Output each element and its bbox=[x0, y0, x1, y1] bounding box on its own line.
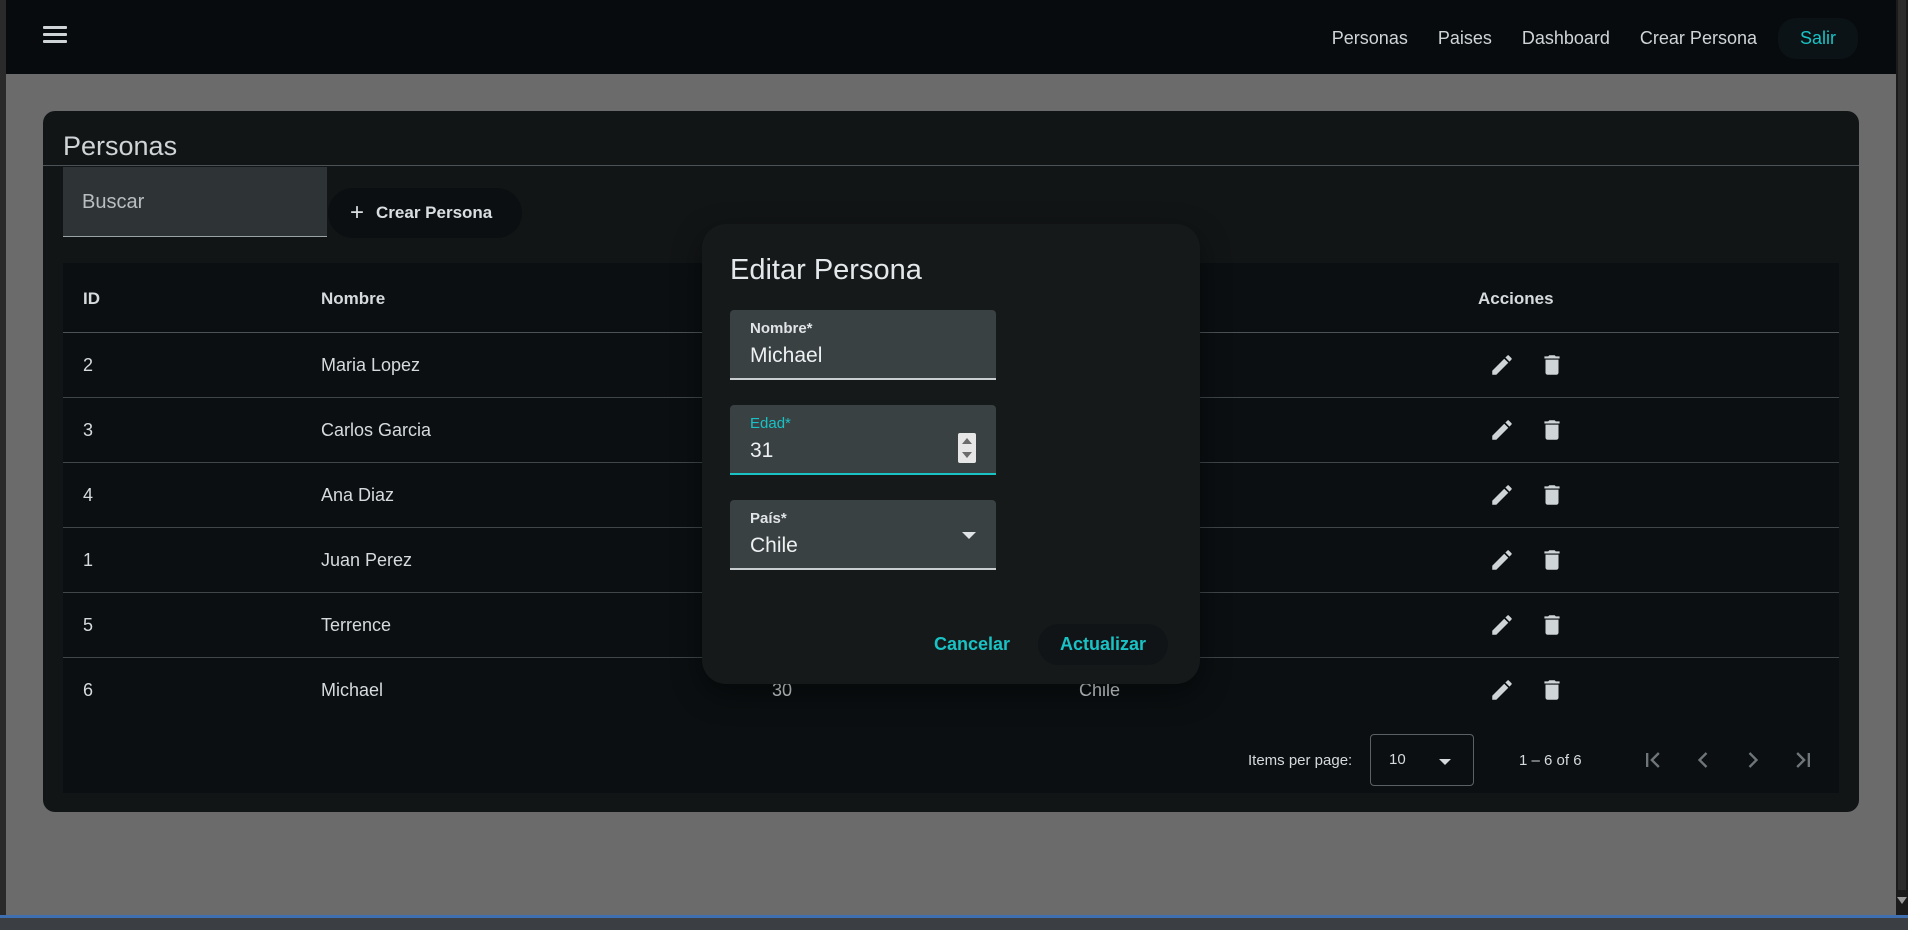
paginator: Items per page: 10 1 – 6 of 6 bbox=[63, 728, 1839, 793]
delete-icon[interactable] bbox=[1539, 416, 1565, 444]
cell-nombre: Juan Perez bbox=[321, 550, 413, 570]
edit-icon[interactable] bbox=[1489, 416, 1515, 444]
edad-label: Edad* bbox=[750, 415, 791, 432]
dialog-title: Editar Persona bbox=[730, 254, 922, 286]
spin-up-icon bbox=[962, 438, 972, 444]
cell-id: 6 bbox=[83, 680, 94, 700]
edit-icon[interactable] bbox=[1489, 676, 1515, 704]
header-acciones: Acciones bbox=[1478, 289, 1554, 308]
cell-id: 5 bbox=[83, 615, 94, 635]
title-divider bbox=[43, 165, 1859, 166]
items-per-page-value: 10 bbox=[1389, 751, 1406, 768]
top-nav: Personas Paises Dashboard Crear Persona … bbox=[1317, 18, 1858, 59]
pais-select[interactable]: País* Chile bbox=[730, 500, 996, 570]
taskbar-strip bbox=[0, 918, 1908, 930]
cell-id: 2 bbox=[83, 355, 94, 375]
menu-icon[interactable] bbox=[38, 22, 72, 52]
nav-crear-persona[interactable]: Crear Persona bbox=[1625, 18, 1772, 59]
update-button[interactable]: Actualizar bbox=[1038, 624, 1169, 665]
logout-button[interactable]: Salir bbox=[1777, 18, 1858, 59]
nombre-field[interactable]: Nombre* Michael bbox=[730, 310, 996, 380]
edit-icon[interactable] bbox=[1489, 546, 1515, 574]
cell-id: 3 bbox=[83, 420, 94, 440]
cancel-button[interactable]: Cancelar bbox=[912, 624, 1032, 665]
scrollbar[interactable] bbox=[1896, 0, 1908, 918]
pais-label: País* bbox=[750, 510, 787, 527]
cell-nombre: Terrence bbox=[321, 615, 392, 635]
header-id[interactable]: ID bbox=[83, 289, 100, 309]
chevron-down-icon bbox=[962, 532, 976, 539]
edit-icon[interactable] bbox=[1489, 611, 1515, 639]
scrollbar-thumb[interactable] bbox=[1898, 0, 1906, 890]
search-input[interactable]: Buscar bbox=[63, 167, 327, 237]
scroll-down-icon[interactable] bbox=[1897, 897, 1907, 904]
delete-icon[interactable] bbox=[1539, 481, 1565, 509]
number-spinner[interactable] bbox=[958, 433, 976, 463]
page-title: Personas bbox=[63, 131, 178, 161]
edit-icon[interactable] bbox=[1489, 481, 1515, 509]
last-page-icon[interactable] bbox=[1789, 746, 1817, 774]
edit-icon[interactable] bbox=[1489, 351, 1515, 379]
cell-nombre: Carlos Garcia bbox=[321, 420, 432, 440]
nav-paises[interactable]: Paises bbox=[1423, 18, 1507, 59]
nombre-value: Michael bbox=[750, 344, 823, 367]
delete-icon[interactable] bbox=[1539, 611, 1565, 639]
previous-page-icon[interactable] bbox=[1689, 746, 1717, 774]
pais-value: Chile bbox=[750, 534, 798, 557]
items-per-page-select[interactable]: 10 bbox=[1370, 734, 1474, 786]
header-nombre[interactable]: Nombre bbox=[321, 289, 385, 309]
nav-dashboard[interactable]: Dashboard bbox=[1507, 18, 1625, 59]
search-placeholder: Buscar bbox=[82, 191, 145, 213]
edad-field[interactable]: Edad* 31 bbox=[730, 405, 996, 475]
create-persona-button[interactable]: + Crear Persona bbox=[328, 188, 522, 238]
delete-icon[interactable] bbox=[1539, 351, 1565, 379]
first-page-icon[interactable] bbox=[1639, 746, 1667, 774]
create-persona-label: Crear Persona bbox=[376, 203, 493, 222]
page-range-label: 1 – 6 of 6 bbox=[1519, 752, 1582, 769]
top-toolbar: Personas Paises Dashboard Crear Persona … bbox=[6, 0, 1896, 74]
cell-id: 4 bbox=[83, 485, 94, 505]
next-page-icon[interactable] bbox=[1739, 746, 1767, 774]
window-left-edge bbox=[0, 0, 6, 930]
cell-id: 1 bbox=[83, 550, 94, 570]
nombre-label: Nombre* bbox=[750, 320, 813, 337]
edit-persona-dialog: Editar Persona Nombre* Michael Edad* 31 … bbox=[702, 224, 1200, 684]
items-per-page-label: Items per page: bbox=[1248, 752, 1353, 769]
chevron-down-icon bbox=[1439, 759, 1451, 765]
delete-icon[interactable] bbox=[1539, 546, 1565, 574]
cell-nombre: Michael bbox=[321, 680, 384, 700]
cell-nombre: Ana Diaz bbox=[321, 485, 395, 505]
spin-down-icon bbox=[962, 452, 972, 458]
cell-nombre: Maria Lopez bbox=[321, 355, 421, 375]
delete-icon[interactable] bbox=[1539, 676, 1565, 704]
edad-value: 31 bbox=[750, 439, 774, 462]
nav-personas[interactable]: Personas bbox=[1317, 18, 1423, 59]
plus-icon: + bbox=[350, 199, 365, 226]
